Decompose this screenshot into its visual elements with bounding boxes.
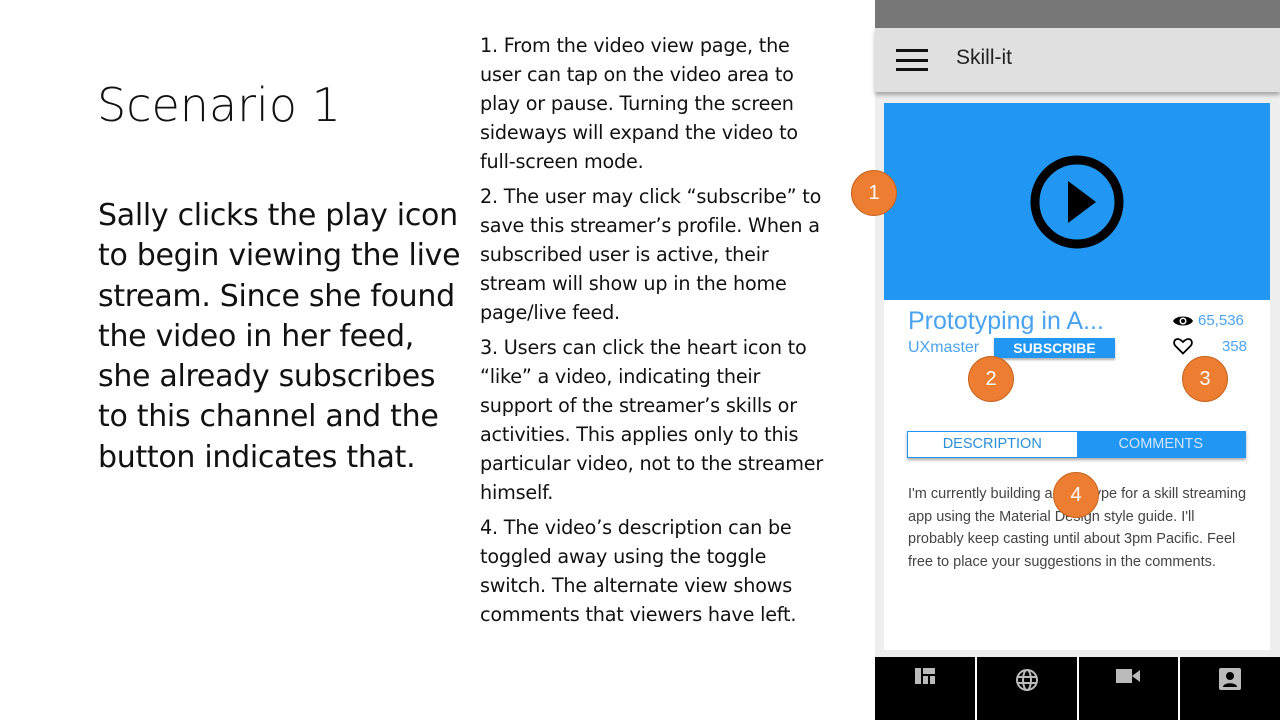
video-camera-icon <box>1116 669 1141 683</box>
hamburger-menu-icon[interactable] <box>896 49 928 71</box>
video-title: Prototyping in A... <box>908 307 1104 335</box>
scenario-story: Sally clicks the play icon to begin view… <box>98 198 461 475</box>
subscribe-button[interactable]: SUBSCRIBE <box>994 338 1115 358</box>
nav-dashboard[interactable] <box>875 657 975 720</box>
callout-badge-3: 3 <box>1182 356 1228 402</box>
note-3: 3. Users can click the heart icon to “li… <box>480 336 824 504</box>
callout-badge-2: 2 <box>968 356 1014 402</box>
account-box-icon <box>1219 668 1242 690</box>
note-2: 2. The user may click “subscribe” to sav… <box>480 185 822 324</box>
description-comments-toggle[interactable]: DESCRIPTION COMMENTS <box>907 431 1246 458</box>
dashboard-icon <box>914 668 935 684</box>
nav-profile[interactable] <box>1178 657 1280 720</box>
view-count: 65,536 <box>1172 312 1244 329</box>
callout-badge-4: 4 <box>1053 472 1099 518</box>
views-value: 65,536 <box>1198 312 1244 329</box>
note-4: 4. The video’s description can be toggle… <box>480 516 797 626</box>
like-count: 358 <box>1173 337 1247 355</box>
tab-description[interactable]: DESCRIPTION <box>908 432 1077 457</box>
status-bar <box>875 0 1280 28</box>
note-1: 1. From the video view page, the user ca… <box>480 34 798 173</box>
channel-name[interactable]: UXmaster <box>908 339 979 357</box>
nav-live[interactable] <box>1076 657 1179 720</box>
play-icon[interactable] <box>1030 155 1124 249</box>
app-title: Skill-it <box>956 46 1012 69</box>
likes-value: 358 <box>1221 337 1247 355</box>
tab-comments[interactable]: COMMENTS <box>1076 432 1245 457</box>
nav-explore[interactable] <box>974 657 1077 720</box>
annotation-notes: 1. From the video view page, the user ca… <box>480 31 825 635</box>
slide-title: Scenario 1 <box>97 78 341 132</box>
bottom-navigation <box>875 657 1280 720</box>
globe-icon <box>1015 669 1038 691</box>
app-bar: Skill-it <box>875 28 1280 92</box>
callout-badge-1: 1 <box>851 170 897 216</box>
video-player[interactable] <box>884 103 1270 300</box>
heart-icon[interactable] <box>1173 337 1193 355</box>
eye-icon <box>1173 316 1193 325</box>
